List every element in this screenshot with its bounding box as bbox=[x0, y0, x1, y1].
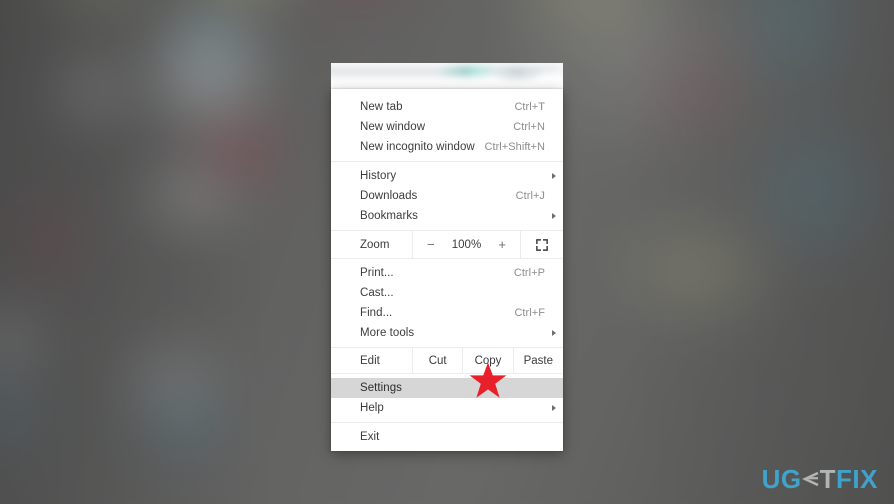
menu-item-label: Downloads bbox=[360, 190, 418, 202]
menu-item-settings[interactable]: Settings bbox=[331, 378, 563, 398]
menu-item-find[interactable]: Find... Ctrl+F bbox=[331, 303, 563, 323]
menu-item-history[interactable]: History bbox=[331, 166, 563, 186]
menu-item-label: Help bbox=[360, 402, 384, 414]
zoom-out-button[interactable]: − bbox=[422, 238, 440, 251]
chevron-right-icon bbox=[552, 213, 556, 219]
fullscreen-icon bbox=[536, 238, 548, 251]
chevron-right-icon bbox=[552, 405, 556, 411]
menu-item-help[interactable]: Help bbox=[331, 398, 563, 418]
menu-group-new: New tab Ctrl+T New window Ctrl+N New inc… bbox=[331, 93, 563, 161]
menu-item-label: New incognito window bbox=[360, 141, 475, 153]
menu-item-shortcut: Ctrl+P bbox=[513, 267, 545, 279]
menu-item-label: New tab bbox=[360, 101, 403, 113]
cut-button[interactable]: Cut bbox=[412, 348, 462, 373]
watermark-e-glyph-icon bbox=[801, 471, 819, 487]
menu-item-label: Bookmarks bbox=[360, 210, 418, 222]
menu-row-edit: Edit Cut Copy Paste bbox=[331, 347, 563, 374]
zoom-level-value: 100% bbox=[451, 238, 482, 251]
menu-item-label: New window bbox=[360, 121, 426, 133]
menu-item-exit[interactable]: Exit bbox=[331, 427, 563, 447]
menu-group-browsing: History Downloads Ctrl+J Bookmarks bbox=[331, 161, 563, 230]
zoom-in-button[interactable]: + bbox=[493, 238, 511, 251]
copy-button[interactable]: Copy bbox=[462, 348, 512, 373]
menu-item-print[interactable]: Print... Ctrl+P bbox=[331, 263, 563, 283]
watermark-t: T bbox=[819, 464, 837, 494]
browser-toolbar-strip bbox=[331, 63, 563, 89]
menu-item-label: Settings bbox=[360, 382, 402, 394]
menu-item-label: History bbox=[360, 170, 397, 182]
chrome-main-menu[interactable]: New tab Ctrl+T New window Ctrl+N New inc… bbox=[331, 89, 563, 451]
zoom-controls: − 100% + bbox=[412, 231, 521, 258]
zoom-label: Zoom bbox=[360, 238, 390, 251]
menu-item-shortcut: Ctrl+F bbox=[514, 307, 545, 319]
watermark-fix: FIX bbox=[836, 464, 878, 494]
menu-item-new-window[interactable]: New window Ctrl+N bbox=[331, 117, 563, 137]
menu-item-shortcut: Ctrl+J bbox=[515, 190, 545, 202]
fullscreen-button[interactable] bbox=[521, 231, 563, 258]
menu-item-new-tab[interactable]: New tab Ctrl+T bbox=[331, 97, 563, 117]
chevron-right-icon bbox=[552, 173, 556, 179]
menu-item-label: Cast... bbox=[360, 287, 394, 299]
menu-row-zoom: Zoom − 100% + bbox=[331, 230, 563, 259]
menu-item-bookmarks[interactable]: Bookmarks bbox=[331, 206, 563, 226]
menu-item-label: Find... bbox=[360, 307, 393, 319]
ugetfix-watermark-logo: UG T FIX bbox=[762, 466, 878, 492]
menu-item-shortcut: Ctrl+T bbox=[514, 101, 545, 113]
menu-item-downloads[interactable]: Downloads Ctrl+J bbox=[331, 186, 563, 206]
menu-group-settings: Settings Help bbox=[331, 374, 563, 422]
menu-item-new-incognito-window[interactable]: New incognito window Ctrl+Shift+N bbox=[331, 137, 563, 157]
menu-item-more-tools[interactable]: More tools bbox=[331, 323, 563, 343]
menu-item-label: Exit bbox=[360, 431, 380, 443]
edit-label: Edit bbox=[360, 354, 380, 367]
menu-item-label: Print... bbox=[360, 267, 394, 279]
menu-group-exit: Exit bbox=[331, 422, 563, 451]
chevron-right-icon bbox=[552, 330, 556, 336]
menu-item-cast[interactable]: Cast... bbox=[331, 283, 563, 303]
menu-item-shortcut: Ctrl+Shift+N bbox=[484, 141, 545, 153]
menu-group-page: Print... Ctrl+P Cast... Find... Ctrl+F M… bbox=[331, 259, 563, 347]
screenshot-stage: New tab Ctrl+T New window Ctrl+N New inc… bbox=[0, 0, 894, 504]
menu-item-label: More tools bbox=[360, 327, 415, 339]
menu-item-shortcut: Ctrl+N bbox=[513, 121, 545, 133]
paste-button[interactable]: Paste bbox=[512, 348, 563, 373]
browser-toolbar-blur bbox=[331, 63, 563, 89]
watermark-ug: UG bbox=[761, 464, 802, 494]
